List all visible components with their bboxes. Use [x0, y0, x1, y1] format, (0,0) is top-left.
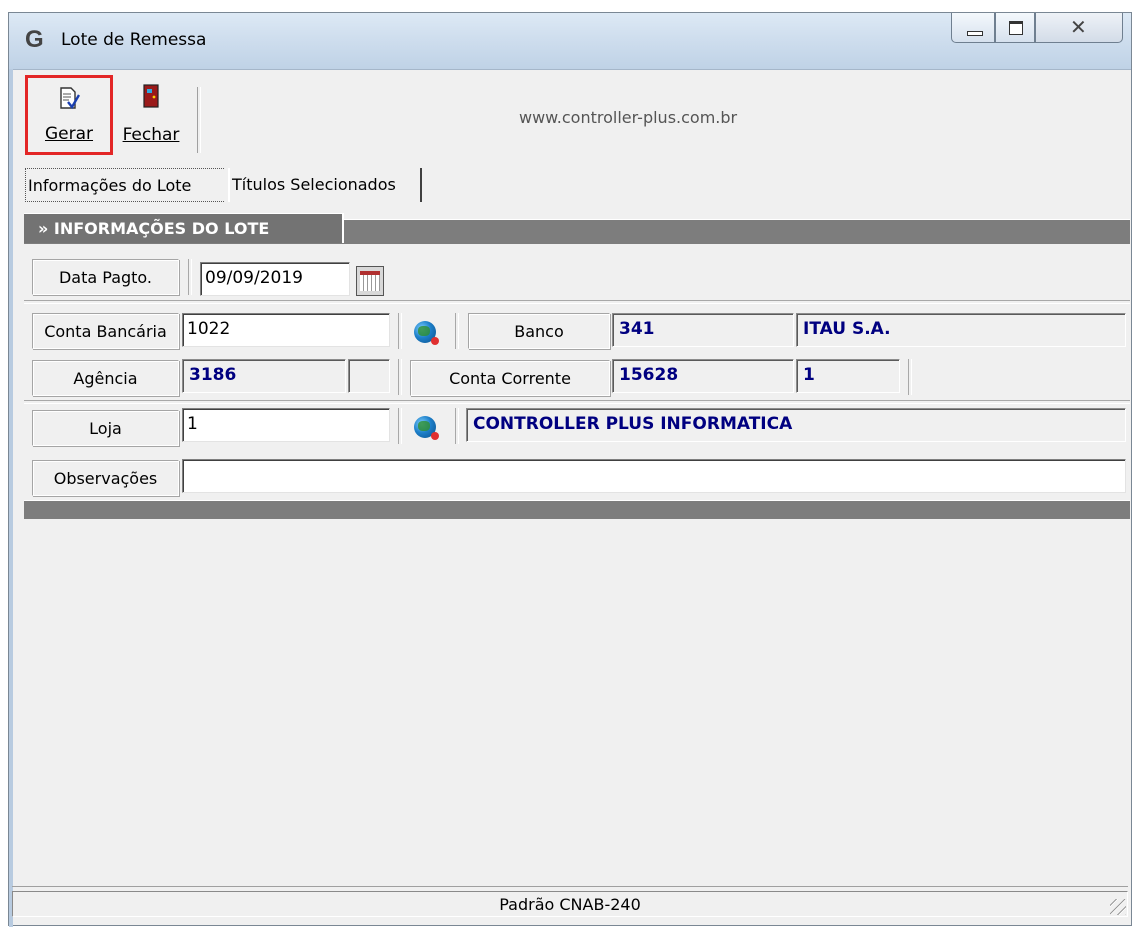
observacoes-input[interactable]	[182, 459, 1126, 493]
window-title: Lote de Remessa	[61, 30, 207, 50]
agencia-digit-field	[348, 359, 390, 393]
status-text: Padrão CNAB-240	[12, 891, 1128, 917]
globe-search-icon[interactable]	[414, 321, 439, 345]
row-divider	[455, 408, 459, 444]
tab-informacoes-do-lote[interactable]: Informações do Lote	[25, 168, 224, 202]
loja-label: Loja	[32, 410, 179, 446]
conta-corrente-digit-field: 1	[796, 359, 900, 393]
banco-label: Banco	[468, 313, 610, 349]
data-pagto-input[interactable]: 09/09/2019	[200, 262, 350, 296]
section-title: » INFORMAÇÕES DO LOTE	[24, 213, 344, 243]
agencia-label: Agência	[32, 360, 179, 396]
close-icon: ✕	[1070, 15, 1087, 39]
website-label: www.controller-plus.com.br	[519, 108, 738, 127]
fechar-button[interactable]: Fechar	[113, 75, 189, 153]
row-divider	[398, 408, 402, 444]
status-bar: Padrão CNAB-240	[12, 886, 1128, 917]
conta-corrente-field: 15628	[612, 359, 794, 393]
close-button[interactable]: ✕	[1035, 13, 1123, 43]
loja-input[interactable]: 1	[182, 408, 390, 442]
globe-search-icon[interactable]	[414, 416, 439, 440]
maximize-button[interactable]	[995, 13, 1035, 43]
row-divider	[188, 259, 192, 295]
row-separator	[24, 400, 1130, 404]
section-header: » INFORMAÇÕES DO LOTE	[24, 213, 1130, 244]
app-logo-icon: G	[25, 26, 44, 53]
row-divider	[398, 313, 402, 349]
tab-titulos-selecionados[interactable]: Títulos Selecionados	[228, 168, 422, 202]
row-divider	[398, 359, 402, 395]
calendar-icon[interactable]	[356, 266, 384, 296]
toolbar-separator	[197, 87, 201, 153]
section-footer-bar	[24, 500, 1130, 519]
row-divider	[908, 359, 912, 395]
data-pagto-label: Data Pagto.	[32, 259, 179, 295]
observacoes-label: Observações	[32, 460, 179, 496]
exit-door-icon	[143, 84, 159, 108]
agencia-field: 3186	[182, 359, 346, 393]
fechar-label: Fechar	[122, 125, 180, 145]
toolbar: Gerar Fechar www.controller-plus.com.br	[9, 69, 1131, 155]
title-bar: G Lote de Remessa ✕	[9, 13, 1131, 70]
generate-doc-icon	[60, 87, 80, 110]
conta-corrente-label: Conta Corrente	[410, 360, 610, 396]
loja-name-field: CONTROLLER PLUS INFORMATICA	[466, 408, 1126, 442]
banco-name-field: ITAU S.A.	[796, 313, 1126, 347]
resize-grip-icon[interactable]	[1110, 899, 1126, 915]
row-separator	[24, 300, 1130, 304]
row-divider	[455, 313, 459, 349]
minimize-button[interactable]	[951, 13, 995, 43]
banco-code-field: 341	[612, 313, 794, 347]
conta-bancaria-input[interactable]: 1022	[182, 313, 390, 347]
gerar-button[interactable]: Gerar	[25, 75, 113, 155]
window-frame-left	[9, 69, 13, 927]
conta-bancaria-label: Conta Bancária	[32, 313, 179, 349]
gerar-label: Gerar	[44, 124, 94, 144]
